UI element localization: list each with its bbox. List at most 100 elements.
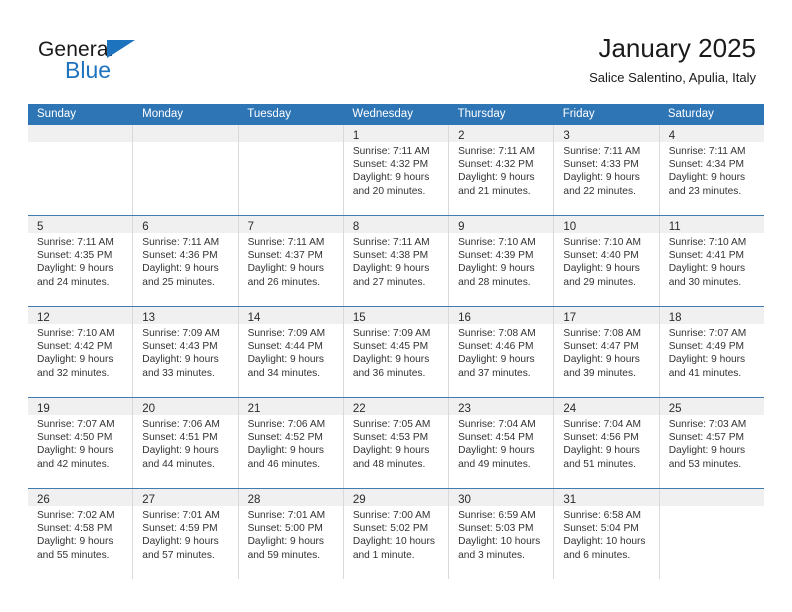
sunrise-text: Sunrise: 7:10 AM <box>37 328 115 339</box>
day-cell-13[interactable]: 13 Sunrise: 7:09 AM Sunset: 4:43 PM Dayligh… <box>133 307 239 397</box>
day-number: 10 <box>563 221 577 233</box>
day-cell-28[interactable]: 28 Sunrise: 7:01 AM Sunset: 5:00 PM Dayligh… <box>238 489 344 579</box>
day-info: Sunrise: 7:01 AM Sunset: 5:00 PM Daylight:… <box>239 506 343 562</box>
day-cell-6[interactable]: 6 Sunrise: 7:11 AM Sunset: 4:36 PM Daylight… <box>133 216 239 306</box>
daylight-text-line2: and 25 minutes. <box>142 276 215 288</box>
day-number-band: 31 <box>554 489 659 506</box>
day-cell-31[interactable]: 31 Sunrise: 6:58 AM Sunset: 5:04 PM Dayligh… <box>554 489 660 579</box>
day-cell-23[interactable]: 23 Sunrise: 7:04 AM Sunset: 4:54 PM Dayligh… <box>449 398 555 488</box>
day-info: Sunrise: 7:01 AM Sunset: 4:59 PM Daylight:… <box>133 506 237 562</box>
day-cell-16[interactable]: 16 Sunrise: 7:08 AM Sunset: 4:46 PM Dayligh… <box>449 307 555 397</box>
day-cell-17[interactable]: 17 Sunrise: 7:08 AM Sunset: 4:47 PM Dayligh… <box>554 307 660 397</box>
sunrise-text: Sunrise: 7:11 AM <box>37 237 114 248</box>
daylight-text-line1: Daylight: 9 hours <box>352 263 430 275</box>
day-number-band: 24 <box>554 398 659 415</box>
day-cell-10[interactable]: 10 Sunrise: 7:10 AM Sunset: 4:40 PM Dayligh… <box>554 216 660 306</box>
daylight-text-line1: Daylight: 9 hours <box>142 354 219 366</box>
sunset-text: Sunset: 4:32 PM <box>352 159 429 171</box>
sunset-text: Sunset: 4:43 PM <box>142 341 218 353</box>
daylight-text-line2: and 30 minutes. <box>668 276 742 288</box>
daylight-text-line2: and 37 minutes. <box>458 367 531 379</box>
day-number: 21 <box>247 403 261 415</box>
day-cell-27[interactable]: 27 Sunrise: 7:01 AM Sunset: 4:59 PM Dayligh… <box>133 489 239 579</box>
sunset-text: Sunset: 4:38 PM <box>352 250 429 262</box>
calendar-week-row: 26 Sunrise: 7:02 AM Sunset: 4:58 PM Dayligh… <box>28 488 764 579</box>
sunrise-text: Sunrise: 7:11 AM <box>668 146 746 157</box>
calendar-page: General Blue January 2025 Salice Salenti… <box>0 0 792 612</box>
day-number-band: 9 <box>449 216 554 233</box>
daylight-text-line2: and 26 minutes. <box>247 276 321 288</box>
day-info: Sunrise: 7:07 AM Sunset: 4:49 PM Daylight:… <box>660 324 764 380</box>
sunset-text: Sunset: 4:52 PM <box>247 432 323 444</box>
daylight-text-line2: and 53 minutes. <box>668 458 742 470</box>
calendar-weeks: 1 Sunrise: 7:11 AM Sunset: 4:32 PM Daylight… <box>28 125 764 579</box>
day-number-band: 15 <box>343 307 449 324</box>
title-block: January 2025 Salice Salentino, Apulia, I… <box>589 32 756 88</box>
daylight-text-line2: and 3 minutes. <box>458 549 525 561</box>
day-number: 1 <box>352 130 360 142</box>
day-cell-18[interactable]: 18 Sunrise: 7:07 AM Sunset: 4:49 PM Dayligh… <box>659 307 764 397</box>
day-info: Sunrise: 7:08 AM Sunset: 4:47 PM Daylight:… <box>554 324 658 380</box>
day-info: Sunrise: 7:09 AM Sunset: 4:45 PM Daylight:… <box>344 324 448 380</box>
day-cell-26[interactable]: 26 Sunrise: 7:02 AM Sunset: 4:58 PM Dayligh… <box>28 489 134 579</box>
day-number-band: 30 <box>449 489 554 506</box>
day-cell-24[interactable]: 24 Sunrise: 7:04 AM Sunset: 4:56 PM Dayligh… <box>554 398 660 488</box>
sunrise-text: Sunrise: 7:04 AM <box>458 419 536 430</box>
day-cell-14[interactable]: 14 Sunrise: 7:09 AM Sunset: 4:44 PM Dayligh… <box>238 307 344 397</box>
day-number-band: 8 <box>343 216 449 233</box>
day-number-band: 5 <box>28 216 133 233</box>
day-info: Sunrise: 7:00 AM Sunset: 5:02 PM Daylight:… <box>344 506 448 562</box>
sunrise-text: Sunrise: 7:11 AM <box>352 146 430 157</box>
daylight-text-line1: Daylight: 9 hours <box>37 445 114 457</box>
day-cell-20[interactable]: 20 Sunrise: 7:06 AM Sunset: 4:51 PM Dayligh… <box>133 398 239 488</box>
sunrise-text: Sunrise: 7:02 AM <box>37 510 115 521</box>
daylight-text-line2: and 55 minutes. <box>37 549 110 561</box>
day-number-band: 26 <box>28 489 133 506</box>
daylight-text-line2: and 42 minutes. <box>37 458 110 470</box>
day-cell-22[interactable]: 22 Sunrise: 7:05 AM Sunset: 4:53 PM Dayligh… <box>343 398 450 488</box>
daylight-text-line1: Daylight: 10 hours <box>563 536 646 548</box>
day-number-band: 22 <box>343 398 449 415</box>
day-cell-7[interactable]: 7 Sunrise: 7:11 AM Sunset: 4:37 PM Daylight… <box>238 216 344 306</box>
daylight-text-line2: and 36 minutes. <box>352 367 426 379</box>
sunrise-text: Sunrise: 7:00 AM <box>352 510 431 521</box>
daylight-text-line2: and 44 minutes. <box>142 458 215 470</box>
daylight-text-line1: Daylight: 9 hours <box>668 354 746 366</box>
day-cell-25[interactable]: 25 Sunrise: 7:03 AM Sunset: 4:57 PM Dayligh… <box>659 398 764 488</box>
day-cell-5[interactable]: 5 Sunrise: 7:11 AM Sunset: 4:35 PM Daylight… <box>28 216 134 306</box>
day-number-band <box>238 125 343 142</box>
day-cell-15[interactable]: 15 Sunrise: 7:09 AM Sunset: 4:45 PM Dayligh… <box>343 307 450 397</box>
day-cell-21[interactable]: 21 Sunrise: 7:06 AM Sunset: 4:52 PM Dayligh… <box>238 398 344 488</box>
daylight-text-line1: Daylight: 9 hours <box>458 172 535 184</box>
day-cell-4[interactable]: 4 Sunrise: 7:11 AM Sunset: 4:34 PM Daylight… <box>659 125 764 215</box>
day-info: Sunrise: 6:58 AM Sunset: 5:04 PM Daylight:… <box>554 506 658 562</box>
day-cell-empty <box>133 125 239 215</box>
sunset-text: Sunset: 4:33 PM <box>563 159 639 171</box>
sunrise-text: Sunrise: 7:09 AM <box>247 328 326 339</box>
day-cell-2[interactable]: 2 Sunrise: 7:11 AM Sunset: 4:32 PM Daylight… <box>449 125 555 215</box>
day-number-band: 23 <box>449 398 554 415</box>
sunrise-text: Sunrise: 7:08 AM <box>458 328 536 339</box>
day-number: 31 <box>563 494 577 506</box>
day-info: Sunrise: 7:05 AM Sunset: 4:53 PM Daylight:… <box>344 415 448 471</box>
daylight-text-line1: Daylight: 9 hours <box>37 354 114 366</box>
general-blue-logo[interactable]: General Blue <box>38 38 238 88</box>
day-cell-8[interactable]: 8 Sunrise: 7:11 AM Sunset: 4:38 PM Daylight… <box>343 216 450 306</box>
day-cell-empty <box>659 489 764 579</box>
day-cell-30[interactable]: 30 Sunrise: 6:59 AM Sunset: 5:03 PM Dayligh… <box>449 489 555 579</box>
day-cell-9[interactable]: 9 Sunrise: 7:10 AM Sunset: 4:39 PM Daylight… <box>449 216 555 306</box>
day-cell-3[interactable]: 3 Sunrise: 7:11 AM Sunset: 4:33 PM Daylight… <box>554 125 660 215</box>
day-number: 14 <box>247 312 261 324</box>
day-cell-11[interactable]: 11 Sunrise: 7:10 AM Sunset: 4:41 PM Dayligh… <box>659 216 764 306</box>
daylight-text-line1: Daylight: 9 hours <box>458 354 535 366</box>
sunset-text: Sunset: 4:56 PM <box>563 432 639 444</box>
day-cell-29[interactable]: 29 Sunrise: 7:00 AM Sunset: 5:02 PM Dayligh… <box>343 489 450 579</box>
day-cell-19[interactable]: 19 Sunrise: 7:07 AM Sunset: 4:50 PM Dayligh… <box>28 398 134 488</box>
day-info: Sunrise: 7:11 AM Sunset: 4:33 PM Daylight:… <box>554 142 658 198</box>
weekday-header-thursday: Thursday <box>457 108 506 120</box>
sunrise-text: Sunrise: 6:58 AM <box>563 510 641 521</box>
day-cell-12[interactable]: 12 Sunrise: 7:10 AM Sunset: 4:42 PM Dayligh… <box>28 307 134 397</box>
sunset-text: Sunset: 4:34 PM <box>668 159 745 171</box>
day-cell-1[interactable]: 1 Sunrise: 7:11 AM Sunset: 4:32 PM Daylight… <box>343 125 450 215</box>
daylight-text-line1: Daylight: 9 hours <box>668 172 746 184</box>
